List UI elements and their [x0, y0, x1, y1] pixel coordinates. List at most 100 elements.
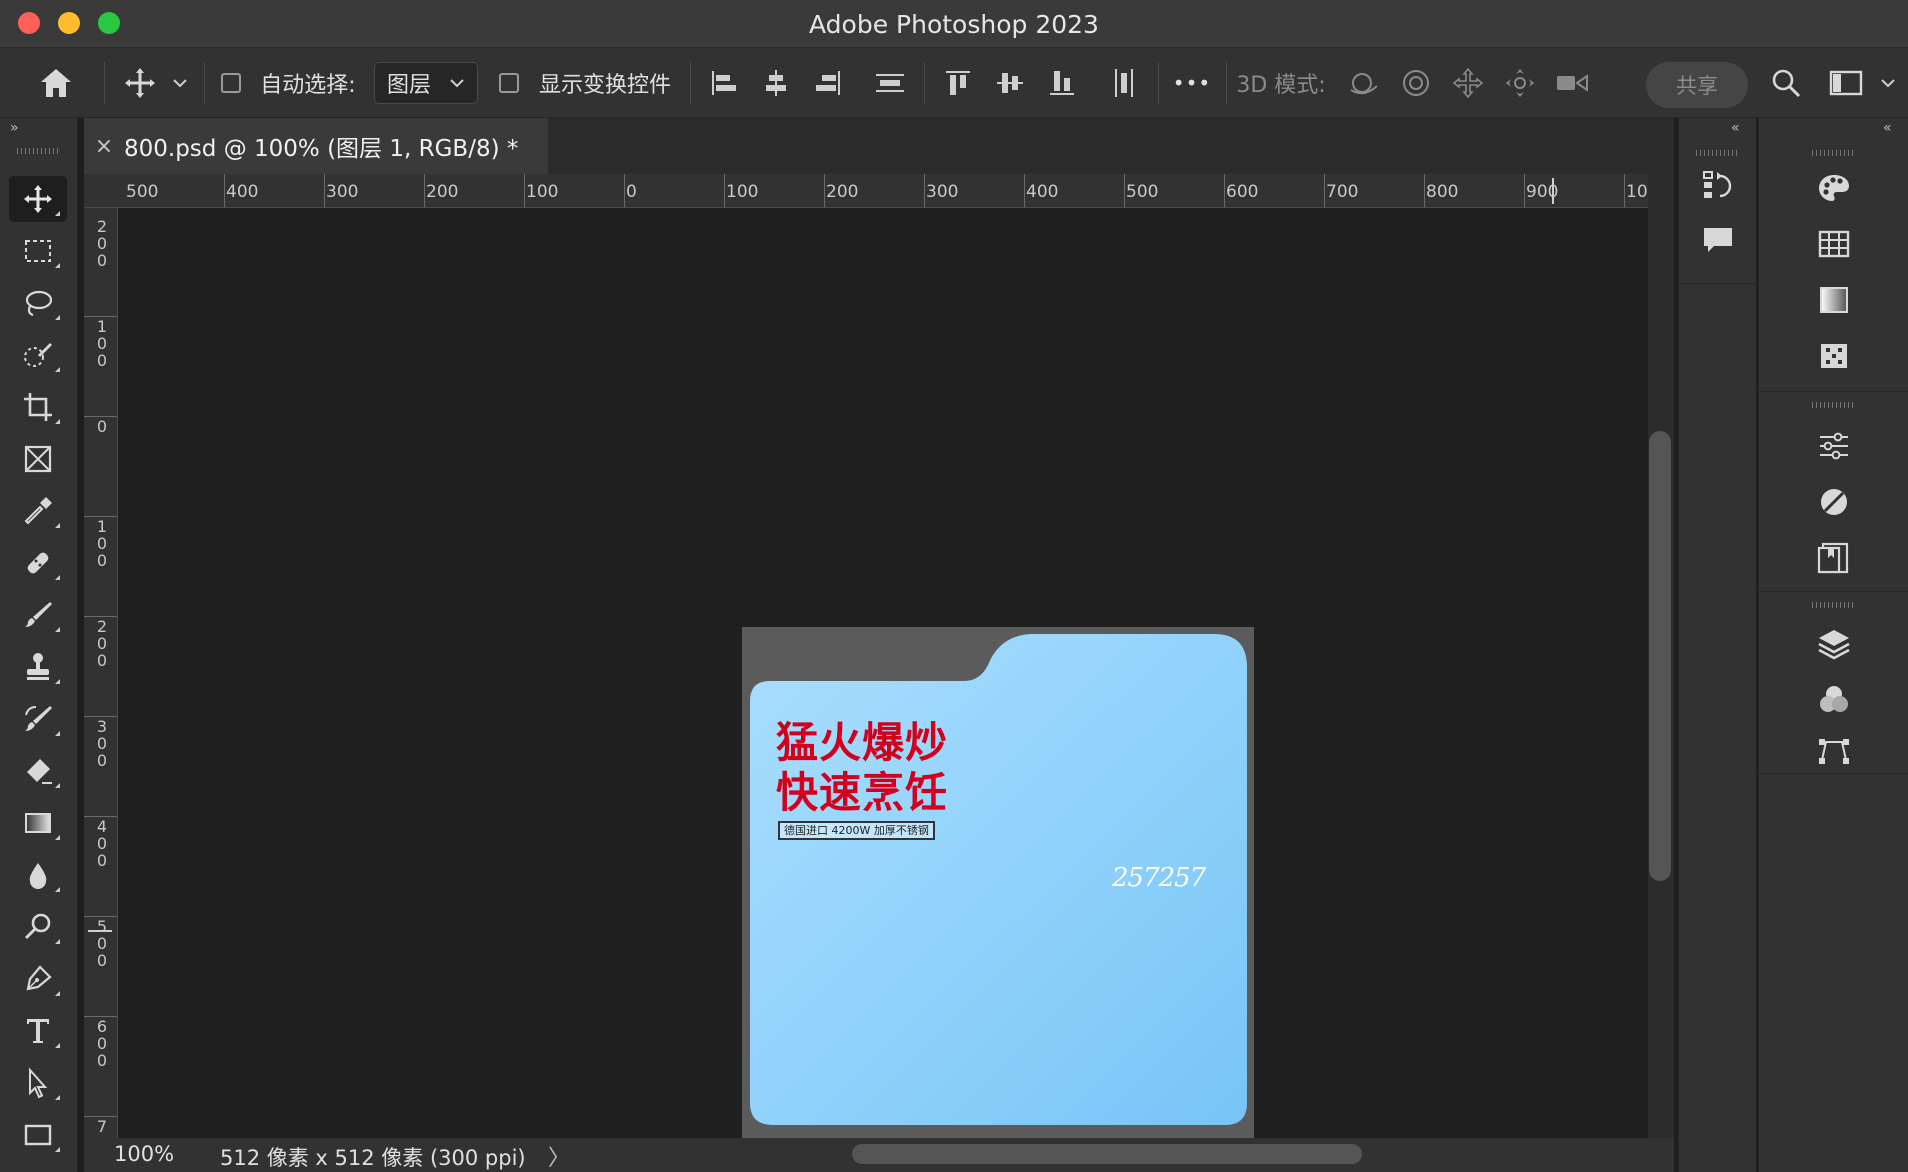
workspace-dropdown[interactable] — [1874, 48, 1902, 118]
auto-select-checkbox[interactable] — [218, 48, 244, 118]
layers-panel-button[interactable] — [1812, 622, 1856, 666]
paths-panel-button[interactable] — [1812, 728, 1856, 772]
tool-path-selection[interactable] — [9, 1060, 67, 1106]
tool-brush[interactable] — [9, 592, 67, 638]
3d-roll-button[interactable] — [1394, 48, 1438, 118]
align-horizontal-center-button[interactable] — [754, 48, 798, 118]
panel-group-layers — [1759, 592, 1908, 774]
orbit-icon — [1350, 73, 1378, 95]
panel-grip[interactable] — [1812, 150, 1856, 156]
pan-icon — [1452, 67, 1484, 99]
horizontal-scrollbar-thumb[interactable] — [852, 1144, 1362, 1164]
channels-panel-button[interactable] — [1812, 678, 1856, 722]
ruler-cursor-marker — [88, 930, 112, 932]
more-options-button[interactable]: ••• — [1170, 48, 1214, 118]
patterns-panel-button[interactable] — [1812, 334, 1856, 378]
panel-grip[interactable] — [1812, 602, 1856, 608]
tool-frame[interactable] — [9, 436, 67, 482]
share-button[interactable]: 共享 — [1646, 62, 1748, 108]
tool-rectangle[interactable] — [9, 1112, 67, 1158]
tool-pen[interactable] — [9, 956, 67, 1002]
tool-crop[interactable] — [9, 384, 67, 430]
align-left-button[interactable] — [702, 48, 746, 118]
expand-toolbar-icon[interactable]: » — [10, 120, 18, 136]
ruler-label: 10 — [1626, 182, 1648, 202]
vertical-scrollbar-thumb[interactable] — [1649, 431, 1671, 881]
tool-lasso[interactable] — [9, 280, 67, 326]
swatches-panel-button[interactable] — [1812, 222, 1856, 266]
tool-quick-selection[interactable] — [9, 332, 67, 378]
collapse-panels-icon[interactable]: « — [1731, 120, 1739, 136]
panel-grip[interactable] — [1696, 150, 1740, 156]
ruler-label: 200 — [826, 182, 859, 202]
canvas-area[interactable]: 猛火爆炒 快速烹饪 德国进口 4200W 加厚不锈钢 257257 — [119, 209, 1648, 1139]
distribute-horizontal-button[interactable] — [1100, 48, 1148, 118]
tool-history-brush[interactable] — [9, 696, 67, 742]
toolbar-grip[interactable] — [17, 148, 61, 154]
3d-pan-button[interactable] — [1446, 48, 1490, 118]
distribute-icon — [876, 74, 904, 92]
properties-panel-button[interactable] — [1812, 424, 1856, 468]
comments-panel-button[interactable] — [1696, 218, 1740, 262]
adjustments-panel-button[interactable] — [1812, 480, 1856, 524]
tool-type[interactable] — [9, 1008, 67, 1054]
tool-eraser[interactable] — [9, 748, 67, 794]
horizontal-ruler[interactable]: 500 400 300 200 100 0 100 200 300 400 50… — [84, 174, 1648, 208]
workspace-icon — [1829, 70, 1863, 96]
align-top-icon — [946, 71, 970, 95]
tool-marquee[interactable] — [9, 228, 67, 274]
align-right-button[interactable] — [806, 48, 850, 118]
tool-preset-dropdown[interactable] — [166, 48, 194, 118]
gradient-icon — [25, 813, 51, 833]
auto-select-target-select[interactable]: 图层 — [374, 62, 478, 104]
tool-move[interactable] — [9, 176, 67, 222]
3d-scale-button[interactable] — [1550, 48, 1594, 118]
history-panel-button[interactable] — [1696, 164, 1740, 208]
search-icon — [1772, 69, 1801, 98]
brush-icon — [25, 602, 52, 627]
document-tab[interactable]: × 800.psd @ 100% (图层 1, RGB/8) * — [84, 118, 548, 174]
zoom-level[interactable]: 100% — [114, 1142, 174, 1166]
tool-healing[interactable] — [9, 540, 67, 586]
tab-close-button[interactable]: × — [84, 134, 124, 159]
align-top-button[interactable] — [936, 48, 980, 118]
rectangle-icon — [24, 1124, 52, 1146]
ruler-label: 400 — [1026, 182, 1059, 202]
palette-icon — [1819, 175, 1849, 201]
pattern-icon — [1821, 344, 1847, 368]
title-bar: Adobe Photoshop 2023 — [0, 0, 1908, 48]
panel-group-adjustments — [1759, 392, 1908, 592]
align-vertical-center-button[interactable] — [988, 48, 1032, 118]
chevron-down-icon — [1881, 79, 1895, 88]
3d-slide-button[interactable] — [1498, 48, 1542, 118]
layers-icon — [1818, 630, 1850, 660]
tool-clone-stamp[interactable] — [9, 644, 67, 690]
tool-dodge[interactable] — [9, 904, 67, 950]
lasso-icon — [25, 290, 53, 317]
roll-icon — [1403, 70, 1429, 96]
move-tool-preset-button[interactable] — [118, 48, 162, 118]
search-button[interactable] — [1764, 48, 1808, 118]
tool-gradient[interactable] — [9, 800, 67, 846]
align-bottom-button[interactable] — [1040, 48, 1084, 118]
status-menu-button[interactable]: 〉 — [548, 1140, 570, 1172]
ruler-label: 100 — [526, 182, 559, 202]
ruler-label: 400 — [226, 182, 259, 202]
tool-blur[interactable] — [9, 852, 67, 898]
home-button[interactable] — [20, 48, 92, 118]
libraries-panel-button[interactable] — [1812, 536, 1856, 580]
panel-grip[interactable] — [1812, 402, 1856, 408]
ruler-label: 300 — [326, 182, 359, 202]
distribute-vertical-button[interactable] — [866, 48, 914, 118]
show-transform-checkbox[interactable] — [496, 48, 522, 118]
tool-eyedropper[interactable] — [9, 488, 67, 534]
vertical-ruler[interactable]: 200 100 0 100 200 300 400 500 600 7 — [84, 208, 118, 1138]
gradients-panel-button[interactable] — [1812, 278, 1856, 322]
3d-orbit-button[interactable] — [1342, 48, 1386, 118]
color-panel-button[interactable] — [1812, 166, 1856, 210]
workspace-button[interactable] — [1824, 48, 1868, 118]
adjustment-icon — [1821, 489, 1847, 515]
document-canvas[interactable]: 猛火爆炒 快速烹饪 德国进口 4200W 加厚不锈钢 257257 — [742, 627, 1254, 1139]
dodge-icon — [24, 913, 51, 940]
collapse-panels-icon[interactable]: « — [1883, 120, 1891, 136]
